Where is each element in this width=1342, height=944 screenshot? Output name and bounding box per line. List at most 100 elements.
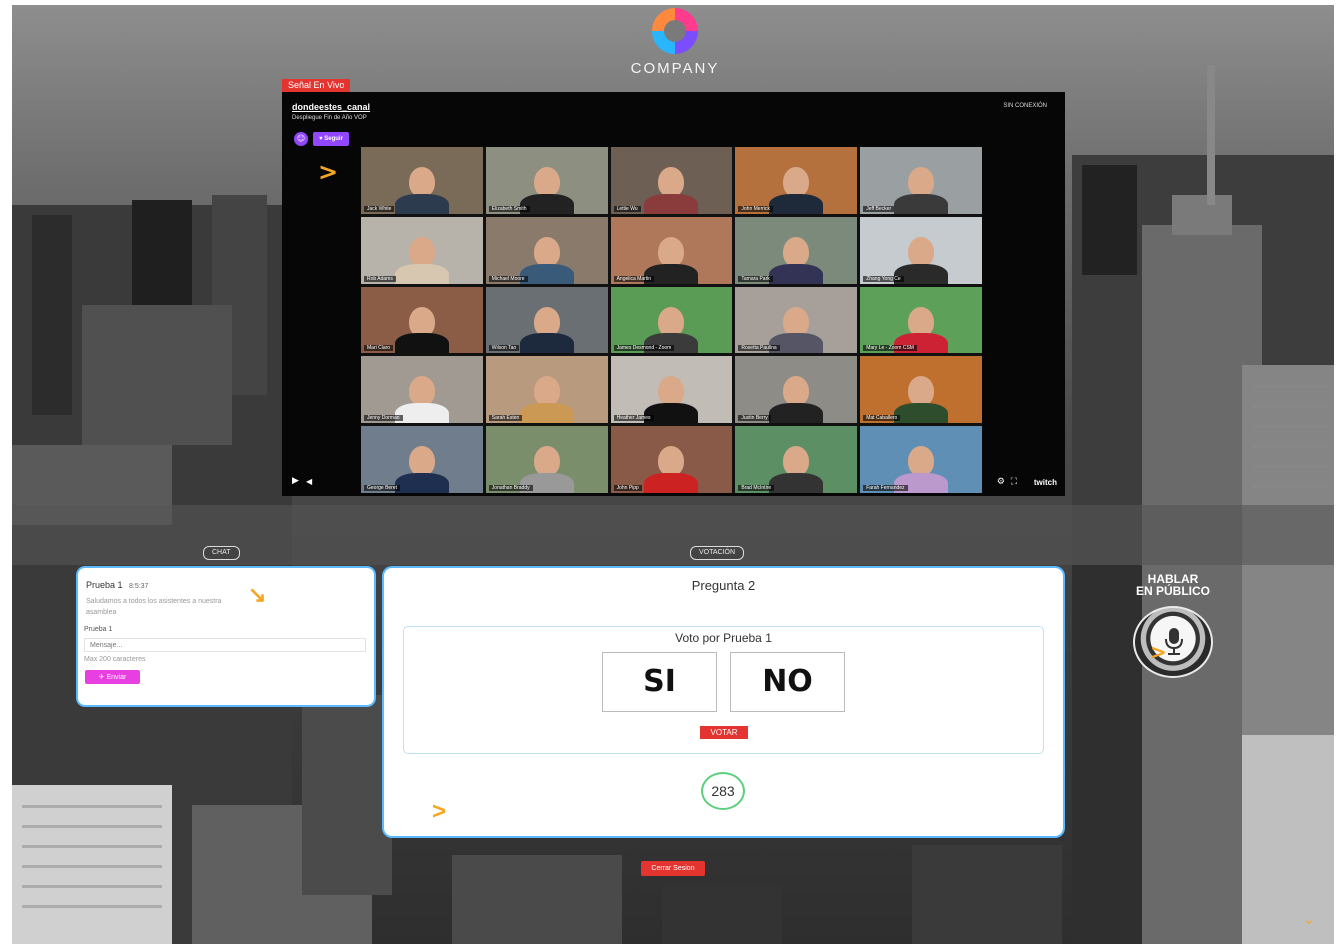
- participant-name: Justin Berry: [738, 415, 771, 422]
- participant-face: [408, 236, 435, 267]
- participant-face: [783, 306, 810, 337]
- vote-button[interactable]: VOTAR: [700, 726, 748, 739]
- participant-name: Angelica Martin: [613, 275, 655, 282]
- participant-body: [394, 263, 449, 284]
- participant-face: [783, 167, 810, 198]
- participant-name: Lettie Wu: [613, 205, 641, 212]
- participant-name: Mary Le - Zoom CSM: [863, 345, 917, 352]
- chat-message-time: 8:5:37: [128, 583, 149, 590]
- participant-name: Mari Claro: [364, 345, 394, 352]
- public-speaking-title-line2: EN PÚBLICO: [1135, 584, 1210, 598]
- participant-face: [783, 236, 810, 267]
- participant-name: Farah Fernandez: [863, 485, 908, 491]
- participant-face: [783, 446, 810, 477]
- participant-body: [894, 193, 949, 214]
- participant-face: [533, 306, 560, 337]
- participant-video-tile: Wilson Tao: [485, 286, 608, 354]
- participant-name: Elizabeth Smith: [488, 205, 530, 212]
- participant-video-tile: John Pipp: [610, 426, 733, 493]
- participant-name: Rosetta Paulina: [738, 345, 780, 352]
- participant-video-tile: Zhang Yong Ce: [860, 216, 982, 284]
- participant-face: [658, 376, 685, 407]
- participant-video-tile: Jenny Dorman: [361, 356, 483, 424]
- participant-name: John Merrick: [738, 205, 774, 212]
- scroll-down-icon[interactable]: ⌄: [1303, 912, 1315, 928]
- public-speaking-button[interactable]: [1133, 606, 1213, 678]
- participant-body: [394, 193, 449, 214]
- logout-button[interactable]: Cerrar Sesion: [641, 861, 705, 876]
- participant-name: Wilson Tao: [488, 345, 520, 352]
- twitch-logo[interactable]: twitch: [1034, 478, 1057, 487]
- question-title: Pregunta 2: [691, 578, 756, 593]
- participant-video-tile: George Beret: [361, 426, 483, 493]
- participant-name: Michael Moore: [488, 275, 528, 282]
- pointer-arrow-icon: ↘: [248, 582, 267, 607]
- participant-video-tile: Tamara Park: [735, 216, 858, 284]
- video-player[interactable]: dondeestes_canal Despliegue Fin de Año V…: [282, 92, 1065, 496]
- participant-video-tile: James Desmond - Zoom: [610, 286, 733, 354]
- channel-name-link[interactable]: dondeestes_canal: [292, 102, 370, 112]
- fullscreen-icon[interactable]: ⛶: [1011, 477, 1017, 487]
- participant-face: [908, 376, 935, 407]
- chat-sender-name: Prueba 1: [84, 626, 113, 633]
- participant-name: Jenny Dorman: [364, 415, 403, 422]
- chat-message: Prueba 1 8:5:37 Saludamos a todos los as…: [86, 575, 244, 618]
- volume-icon[interactable]: ◀: [306, 477, 312, 486]
- participant-video-tile: Brad McIntire: [735, 426, 858, 493]
- participant-body: [769, 263, 824, 284]
- participant-body: [644, 193, 699, 214]
- participant-video-tile: Jack White: [361, 147, 483, 214]
- participant-body: [519, 403, 574, 424]
- vote-box: Voto por Prueba 1 SI NO VOTAR: [403, 626, 1044, 754]
- vote-option-no[interactable]: NO: [730, 652, 845, 712]
- connection-status: SIN CONEXIÓN: [1003, 103, 1047, 109]
- participant-face: [783, 376, 810, 407]
- pointer-arrow-icon: >: [432, 798, 447, 825]
- participant-face: [658, 306, 685, 337]
- participant-face: [533, 376, 560, 407]
- voting-panel: Pregunta 2 Voto por Prueba 1 SI NO VOTAR…: [384, 568, 1063, 836]
- max-characters-hint: Max 200 caracteres: [84, 656, 146, 663]
- participant-name: Heather James: [613, 415, 654, 422]
- company-name: COMPANY: [630, 60, 720, 77]
- vote-count: 283: [701, 772, 745, 810]
- send-button[interactable]: ✈ Enviar: [85, 670, 140, 684]
- participant-body: [769, 193, 824, 214]
- channel-description: Despliegue Fin de Año VOP: [292, 115, 367, 121]
- participant-face: [408, 446, 435, 477]
- participant-name: James Desmond - Zoom: [613, 345, 675, 352]
- participant-video-tile: Justin Berry: [735, 356, 858, 424]
- participant-video-tile: Lettie Wu: [610, 147, 733, 214]
- participant-body: [519, 333, 574, 354]
- participant-face: [408, 167, 435, 198]
- play-icon[interactable]: ▶: [292, 476, 299, 486]
- participant-video-tile: Mary Le - Zoom CSM: [860, 286, 982, 354]
- participant-video-tile: Jeff Becker: [860, 147, 982, 214]
- participant-body: [644, 473, 699, 493]
- participant-video-tile: Rob Adams: [361, 216, 483, 284]
- participant-name: Zhang Yong Ce: [863, 275, 904, 282]
- participant-video-tile: Farah Fernandez: [860, 426, 982, 493]
- participant-face: [908, 236, 935, 267]
- pointer-arrow-icon: >: [318, 158, 339, 186]
- participant-name: Jack White: [364, 205, 395, 212]
- participant-video-tile: Rosetta Paulina: [735, 286, 858, 354]
- settings-icon[interactable]: ⚙: [997, 477, 1005, 487]
- follow-button[interactable]: ♥ Seguir: [313, 132, 349, 146]
- participant-body: [394, 333, 449, 354]
- participant-name: Mat Caballero: [863, 415, 901, 422]
- vote-option-yes[interactable]: SI: [602, 652, 717, 712]
- public-speaking-title: HABLAR EN PÚBLICO: [1118, 573, 1228, 597]
- company-logo-icon: [652, 8, 698, 54]
- chat-message-user: Prueba 1: [86, 580, 123, 590]
- participant-name: Rob Adams: [364, 275, 396, 282]
- user-icon[interactable]: ☺: [294, 132, 308, 146]
- message-input[interactable]: [84, 638, 366, 652]
- pointer-arrow-icon: >: [1150, 640, 1167, 664]
- participant-video-tile: Michael Moore: [485, 216, 608, 284]
- participant-body: [394, 473, 449, 493]
- participant-video-tile: Sarah Esten: [485, 356, 608, 424]
- participant-face: [908, 306, 935, 337]
- participant-name: Tamara Park: [738, 275, 773, 282]
- chat-panel: Prueba 1 8:5:37 Saludamos a todos los as…: [78, 568, 374, 705]
